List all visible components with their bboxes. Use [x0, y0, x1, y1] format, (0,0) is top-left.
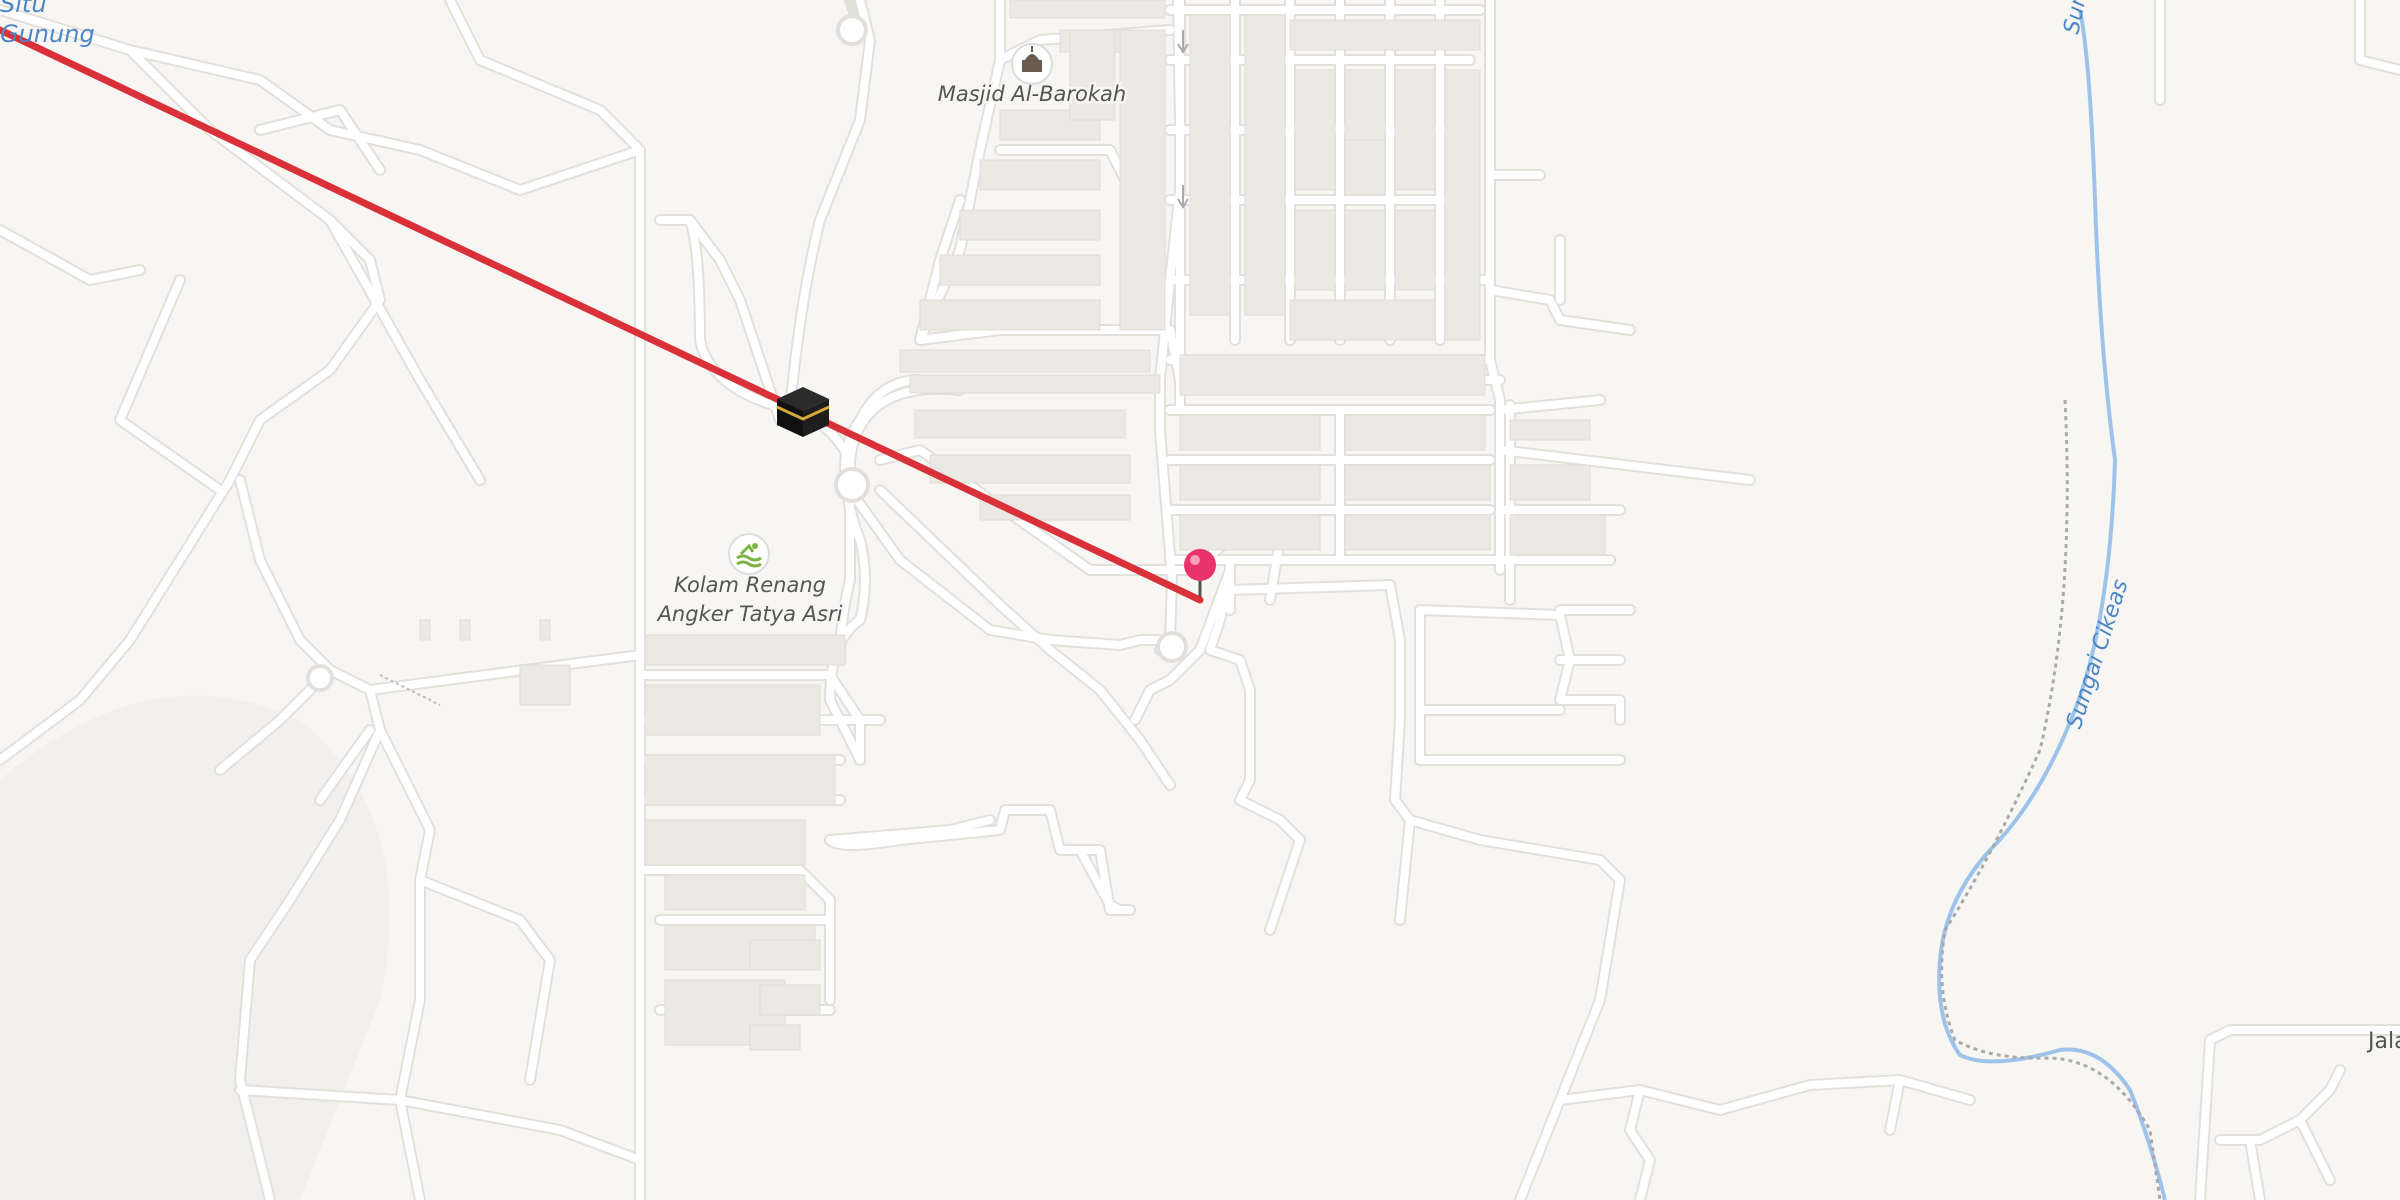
label-kolam-renang-line2: Angker Tatya Asri: [656, 602, 843, 626]
label-situ-line1: Situ: [0, 0, 47, 18]
swimming-pool-icon[interactable]: [728, 533, 770, 575]
label-masjid-al-barokah: Masjid Al-Barokah: [938, 82, 1126, 106]
map-canvas[interactable]: Situ Gunung Masjid Al-Barokah Kolam Rena…: [0, 0, 2400, 1200]
label-jalan-partial: Jala: [2366, 1029, 2400, 1054]
map-svg: Situ Gunung Masjid Al-Barokah Kolam Rena…: [0, 0, 2400, 1200]
label-situ-line2: Gunung: [0, 20, 95, 48]
mosque-icon[interactable]: [1011, 43, 1053, 85]
label-kolam-renang-line1: Kolam Renang: [674, 573, 826, 597]
